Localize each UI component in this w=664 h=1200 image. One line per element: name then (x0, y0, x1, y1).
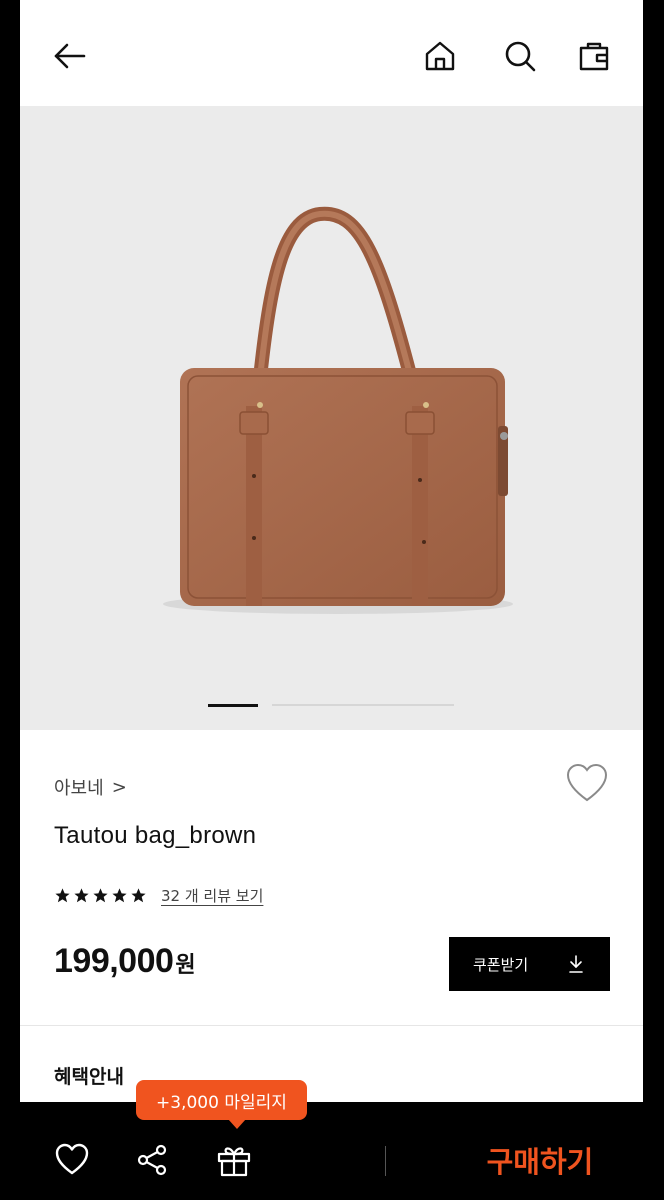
rating-row: 32 개 리뷰 보기 (54, 885, 263, 906)
benefit-heading: 혜택안내 (54, 1066, 124, 1088)
wishlist-bottom-button[interactable] (52, 1140, 92, 1180)
home-button[interactable] (420, 36, 460, 76)
bottom-bar-separator (385, 1146, 386, 1176)
star-icon (74, 888, 89, 903)
app-frame: 아보네 > Tautou bag_brown 32 개 리뷰 보기 199,00… (20, 0, 643, 1200)
share-icon (137, 1144, 167, 1176)
star-icon (112, 888, 127, 903)
top-navigation (20, 0, 643, 106)
price-amount: 199,000 (54, 942, 174, 980)
gift-button[interactable] (214, 1140, 254, 1180)
search-icon (505, 41, 536, 72)
back-button[interactable] (50, 36, 90, 76)
review-link[interactable]: 32 개 리뷰 보기 (161, 885, 263, 906)
star-icon (93, 888, 108, 903)
brand-name: 아보네 (54, 778, 104, 799)
rating-stars (54, 887, 147, 904)
bottom-action-bar: 구매하기 (20, 1102, 643, 1200)
chevron-right-icon: > (111, 776, 127, 798)
product-title: Tautou bag_brown (54, 822, 257, 849)
home-icon (425, 41, 455, 71)
buy-button[interactable]: 구매하기 (440, 1132, 640, 1188)
wishlist-button[interactable] (565, 762, 609, 806)
product-image (163, 206, 513, 614)
slide-indicator-active (208, 704, 258, 707)
product-image-gallery[interactable] (20, 106, 643, 730)
cart-button[interactable] (574, 36, 614, 76)
coupon-label: 쿠폰받기 (473, 955, 529, 974)
price: 199,000 원 (54, 942, 196, 981)
heart-icon (566, 763, 608, 802)
arrow-left-icon (54, 43, 86, 69)
download-icon (569, 955, 583, 973)
section-divider (20, 1025, 643, 1026)
heart-icon (55, 1143, 89, 1175)
gift-icon (217, 1147, 251, 1177)
price-unit: 원 (175, 953, 196, 978)
shopping-bag-icon (579, 42, 609, 71)
slide-indicator-track (272, 704, 454, 706)
share-button[interactable] (132, 1140, 172, 1180)
mileage-tooltip: +3,000 마일리지 (136, 1080, 307, 1129)
product-info: 아보네 > Tautou bag_brown 32 개 리뷰 보기 199,00… (20, 730, 643, 1025)
star-icon (55, 888, 70, 903)
search-button[interactable] (500, 36, 540, 76)
coupon-button[interactable]: 쿠폰받기 (449, 937, 610, 991)
star-icon (131, 888, 146, 903)
brand-link[interactable]: 아보네 > (54, 774, 127, 800)
